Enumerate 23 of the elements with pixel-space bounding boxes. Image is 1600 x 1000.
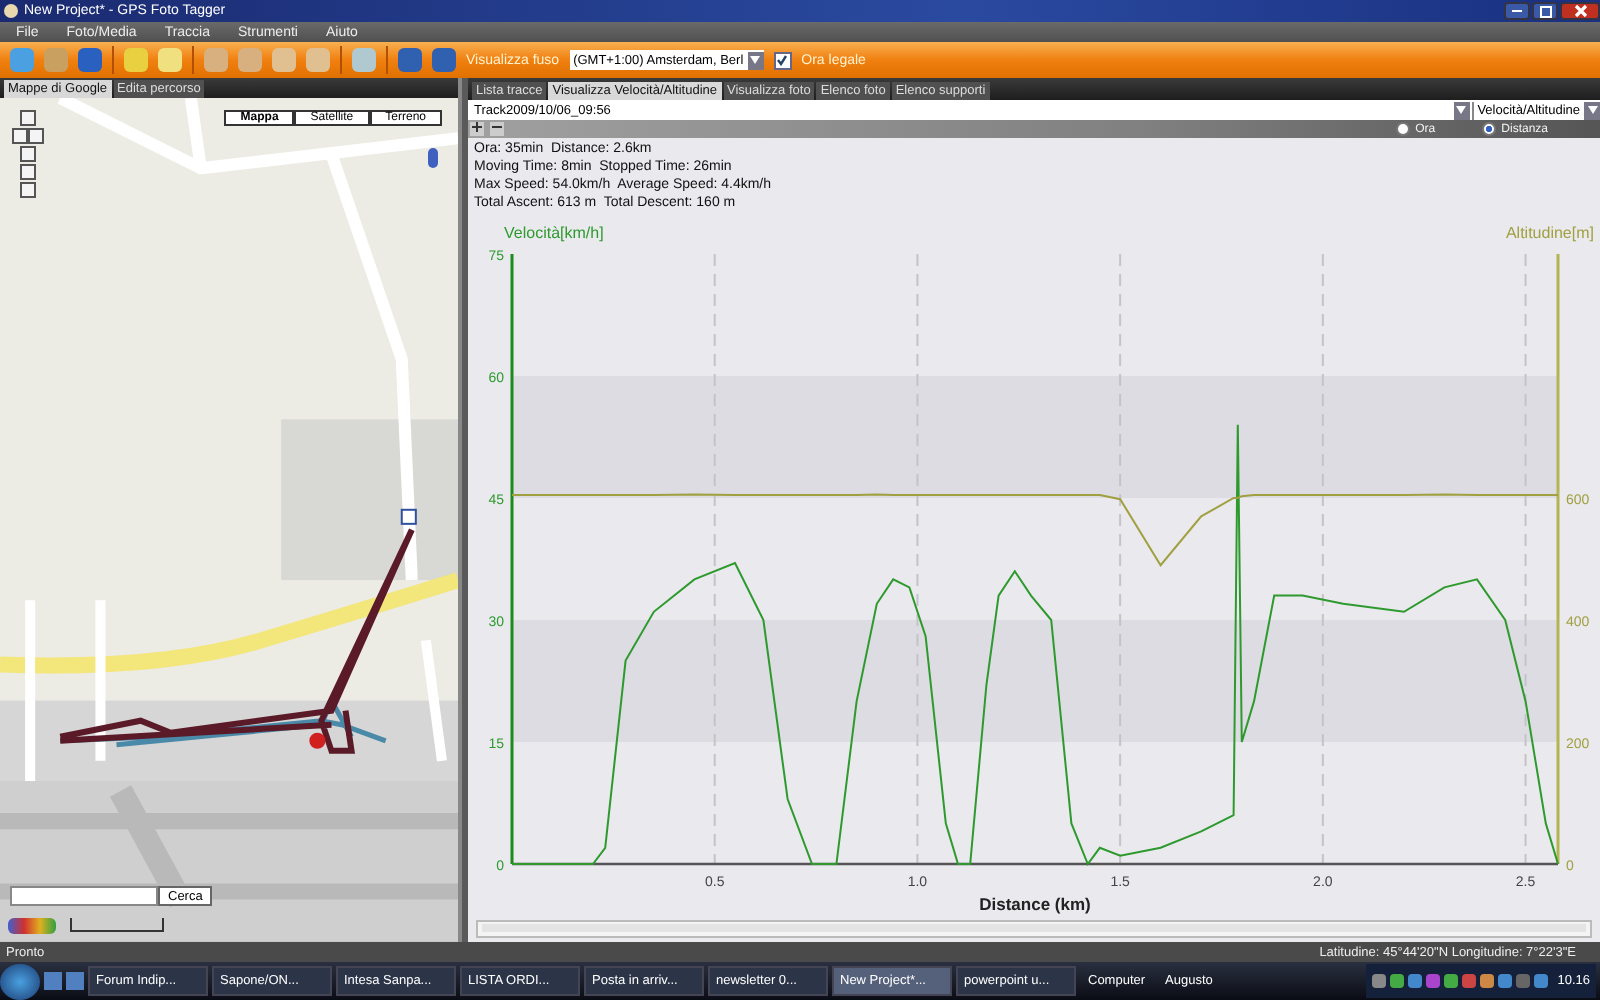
axis-title: Distance (km) bbox=[979, 894, 1091, 914]
logo-icon bbox=[8, 918, 56, 934]
caret-icon[interactable] bbox=[1584, 101, 1600, 119]
app-icon bbox=[4, 4, 18, 18]
radio-button[interactable] bbox=[1395, 122, 1410, 136]
radio-button[interactable] bbox=[1481, 122, 1496, 136]
scale-bar-icon bbox=[70, 918, 164, 932]
close-icon bbox=[1573, 4, 1587, 18]
collapse-button[interactable] bbox=[490, 122, 504, 136]
horizontal-scrollbar[interactable] bbox=[476, 920, 1592, 938]
checkbox[interactable] bbox=[773, 51, 792, 69]
map-drawing[interactable] bbox=[0, 98, 458, 942]
dropdown-arrow-icon[interactable] bbox=[1453, 101, 1470, 119]
pegman-icon[interactable] bbox=[428, 148, 438, 169]
start-button[interactable] bbox=[0, 963, 40, 999]
expand-button[interactable] bbox=[470, 122, 484, 136]
minimize-button[interactable] bbox=[1504, 2, 1530, 20]
axis-title: Altitudine[m] bbox=[1505, 224, 1594, 242]
maximize-button[interactable] bbox=[1532, 2, 1558, 20]
axis-title: Velocità[km/h] bbox=[504, 224, 604, 242]
caret-icon[interactable] bbox=[747, 51, 764, 69]
search-field[interactable] bbox=[10, 886, 158, 906]
close-button[interactable] bbox=[1560, 2, 1600, 20]
